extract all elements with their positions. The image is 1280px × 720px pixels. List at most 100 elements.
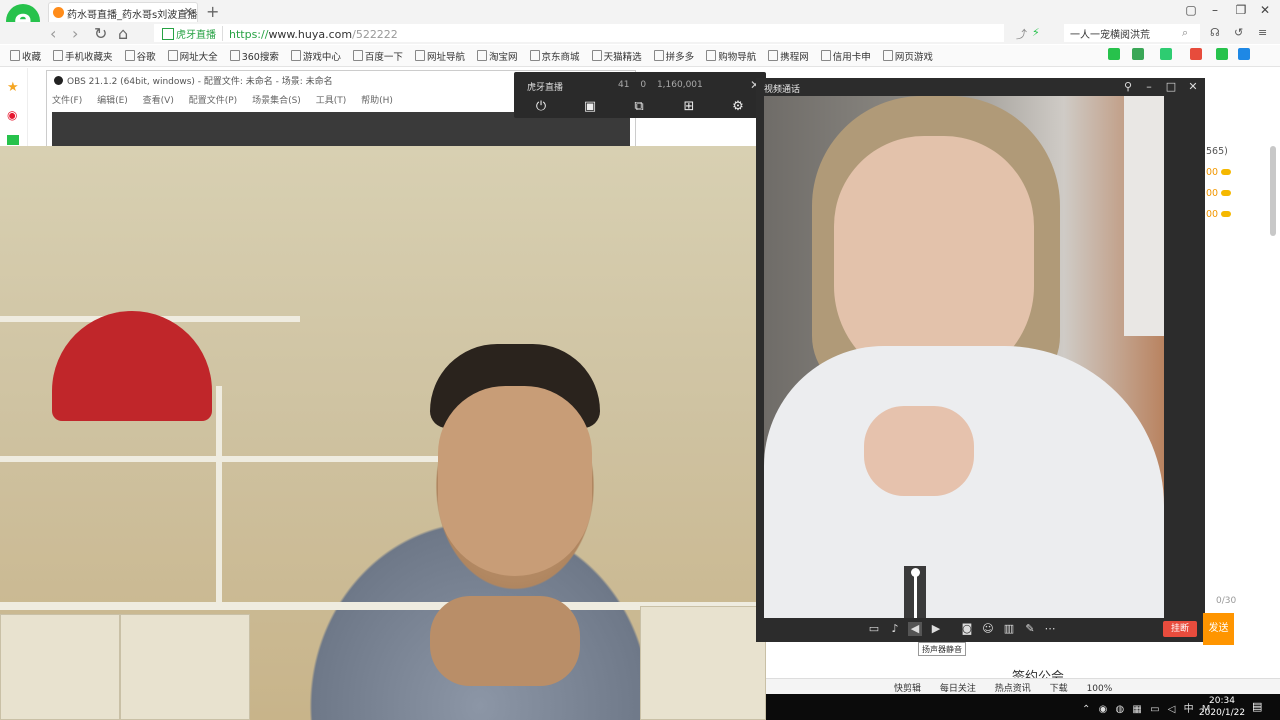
share-icon[interactable]: ⤴ — [1016, 26, 1027, 42]
volume-knob[interactable] — [911, 568, 920, 577]
skin-icon[interactable]: ▢ — [1180, 3, 1202, 19]
status-item[interactable]: 热点资讯 — [995, 684, 1031, 694]
camera-icon[interactable]: ▶ — [929, 622, 943, 636]
new-tab-button[interactable]: + — [206, 2, 219, 21]
red-fan-decoration — [52, 311, 212, 421]
hangup-button[interactable]: 挂断 — [1163, 621, 1197, 637]
call-maximize-icon[interactable]: □ — [1163, 80, 1179, 93]
bookmark-item[interactable]: 购物导航 — [706, 49, 756, 63]
tray-app-icon[interactable]: ◍ — [1116, 704, 1125, 715]
status-item[interactable]: 每日关注 — [940, 684, 976, 694]
home-icon[interactable]: ⌂ — [118, 24, 128, 43]
settings-icon[interactable]: ⚙ — [730, 99, 746, 115]
menu-icon[interactable]: ≡ — [1258, 26, 1267, 39]
bookmark-item[interactable]: 手机收藏夹 — [53, 49, 113, 63]
obs-menu-scenes[interactable]: 场景集合(S) — [252, 96, 301, 106]
obs-title: OBS 21.1.2 (64bit, windows) - 配置文件: 未命名 … — [54, 74, 333, 87]
obs-menu-edit[interactable]: 编辑(E) — [97, 96, 128, 106]
refresh-icon[interactable]: ↻ — [94, 24, 107, 43]
status-item[interactable]: 下载 — [1050, 684, 1068, 694]
viewer-stat: 1,160,001 — [656, 80, 703, 90]
speaker-icon[interactable]: ◀ — [908, 622, 922, 636]
gift-icon[interactable]: ⊞ — [681, 99, 697, 115]
undo-icon[interactable]: ↺ — [1234, 26, 1243, 39]
maximize-icon[interactable]: ❐ — [1230, 3, 1252, 19]
scrollbar[interactable] — [1270, 146, 1276, 236]
bookmark-item[interactable]: 360搜索 — [230, 49, 279, 63]
clock-date[interactable]: 2020/1/22 — [1196, 708, 1248, 718]
back-icon[interactable]: ‹ — [50, 24, 56, 43]
tray-app-icon[interactable]: ▦ — [1132, 704, 1141, 715]
status-item[interactable]: 快剪辑 — [894, 684, 921, 694]
microphone-icon[interactable]: ♪ — [888, 622, 902, 636]
url-field[interactable]: 虎牙直播 https://www.huya.com/522222 — [154, 24, 1004, 42]
bookmark-item[interactable]: 谷歌 — [125, 49, 156, 63]
tab-close-icon[interactable]: ✕ — [184, 5, 193, 18]
bookmark-item[interactable]: 网址大全 — [168, 49, 218, 63]
clock-time[interactable]: 20:34 — [1207, 696, 1237, 706]
edit-icon[interactable]: ✎ — [1023, 622, 1037, 636]
obs-menu-bar: 文件(F) 编辑(E) 查看(V) 配置文件(P) 场景集合(S) 工具(T) … — [52, 93, 405, 106]
bookmark-item[interactable]: 天猫精选 — [592, 49, 642, 63]
extension-icon[interactable] — [1132, 48, 1144, 60]
bookmark-item[interactable]: 网址导航 — [415, 49, 465, 63]
signal-stat: 41 — [618, 80, 630, 90]
streamer-hand — [430, 596, 580, 686]
extension-icon[interactable] — [1190, 48, 1202, 60]
snapshot-icon[interactable]: ◙ — [960, 622, 974, 636]
ime-indicator[interactable]: 中 — [1184, 704, 1194, 715]
effects-icon[interactable]: ☺ — [981, 622, 995, 636]
chat-icon[interactable]: ▣ — [582, 99, 598, 115]
call-minimize-icon[interactable]: – — [1141, 80, 1157, 93]
extension-icon[interactable] — [1216, 48, 1228, 60]
obs-menu-tools[interactable]: 工具(T) — [316, 96, 347, 106]
more-icon[interactable]: ⋯ — [1043, 622, 1057, 636]
rank-row: 00 — [1206, 167, 1231, 178]
notification-icon[interactable]: ▤ — [1252, 700, 1262, 713]
obs-menu-view[interactable]: 查看(V) — [143, 96, 174, 106]
forward-icon[interactable]: › — [72, 24, 78, 43]
tray-app-icon[interactable]: ◉ — [1099, 704, 1108, 715]
bookmark-item[interactable]: 百度一下 — [353, 49, 403, 63]
screen-icon[interactable]: ⧉ — [631, 99, 647, 115]
rank-row: 00 — [1206, 209, 1231, 220]
bookmark-item[interactable]: 淘宝网 — [477, 49, 518, 63]
call-close-icon[interactable]: ✕ — [1185, 80, 1201, 93]
headset-icon[interactable]: ☊ — [1210, 26, 1220, 39]
weibo-icon[interactable]: ◉ — [7, 108, 17, 122]
search-icon[interactable]: ⌕ — [1182, 26, 1188, 40]
layout-icon[interactable]: ▥ — [1002, 622, 1016, 636]
extension-icon[interactable] — [1160, 48, 1172, 60]
network-icon[interactable]: ▭ — [1150, 704, 1159, 715]
tab-title: 药水哥直播_药水哥s刘波直播间 — [67, 10, 198, 21]
search-input[interactable]: 一人一宠横阅洪荒 — [1064, 24, 1200, 42]
bookmark-item[interactable]: 收藏 — [10, 49, 41, 63]
send-button[interactable]: 发送 — [1203, 613, 1234, 645]
lightning-icon[interactable]: ⚡ — [1032, 26, 1040, 39]
streamer-camera-feed — [0, 146, 766, 720]
close-window-icon[interactable]: ✕ — [1254, 3, 1276, 19]
tray-chevron-icon[interactable]: ⌃ — [1082, 704, 1090, 715]
bookmark-item[interactable]: 京东商城 — [530, 49, 580, 63]
mail-icon[interactable] — [7, 135, 19, 145]
bookmark-item[interactable]: 游戏中心 — [291, 49, 341, 63]
pin-icon[interactable]: ⚲ — [1120, 80, 1136, 93]
tab-huya-stream[interactable]: 药水哥直播_药水哥s刘波直播间 ✕ — [48, 2, 198, 22]
extension-icon[interactable] — [1238, 48, 1250, 60]
obs-menu-help[interactable]: 帮助(H) — [361, 96, 393, 106]
message-icon[interactable]: ▭ — [867, 622, 881, 636]
minimize-icon[interactable]: – — [1204, 3, 1226, 19]
cabinet-door — [640, 606, 766, 720]
bookmark-item[interactable]: 信用卡申 — [821, 49, 871, 63]
star-icon[interactable]: ★ — [7, 80, 19, 95]
guest-hoodie — [764, 346, 1164, 620]
volume-icon[interactable]: ◁ — [1168, 704, 1176, 715]
bookmark-item[interactable]: 拼多多 — [654, 49, 695, 63]
power-icon[interactable]: ⏻ — [533, 99, 549, 115]
extension-icon[interactable] — [1108, 48, 1120, 60]
zoom-level[interactable]: 100% — [1087, 684, 1113, 694]
obs-menu-file[interactable]: 文件(F) — [52, 96, 82, 106]
bookmark-item[interactable]: 网页游戏 — [883, 49, 933, 63]
obs-menu-profile[interactable]: 配置文件(P) — [189, 96, 237, 106]
bookmark-item[interactable]: 携程网 — [768, 49, 809, 63]
